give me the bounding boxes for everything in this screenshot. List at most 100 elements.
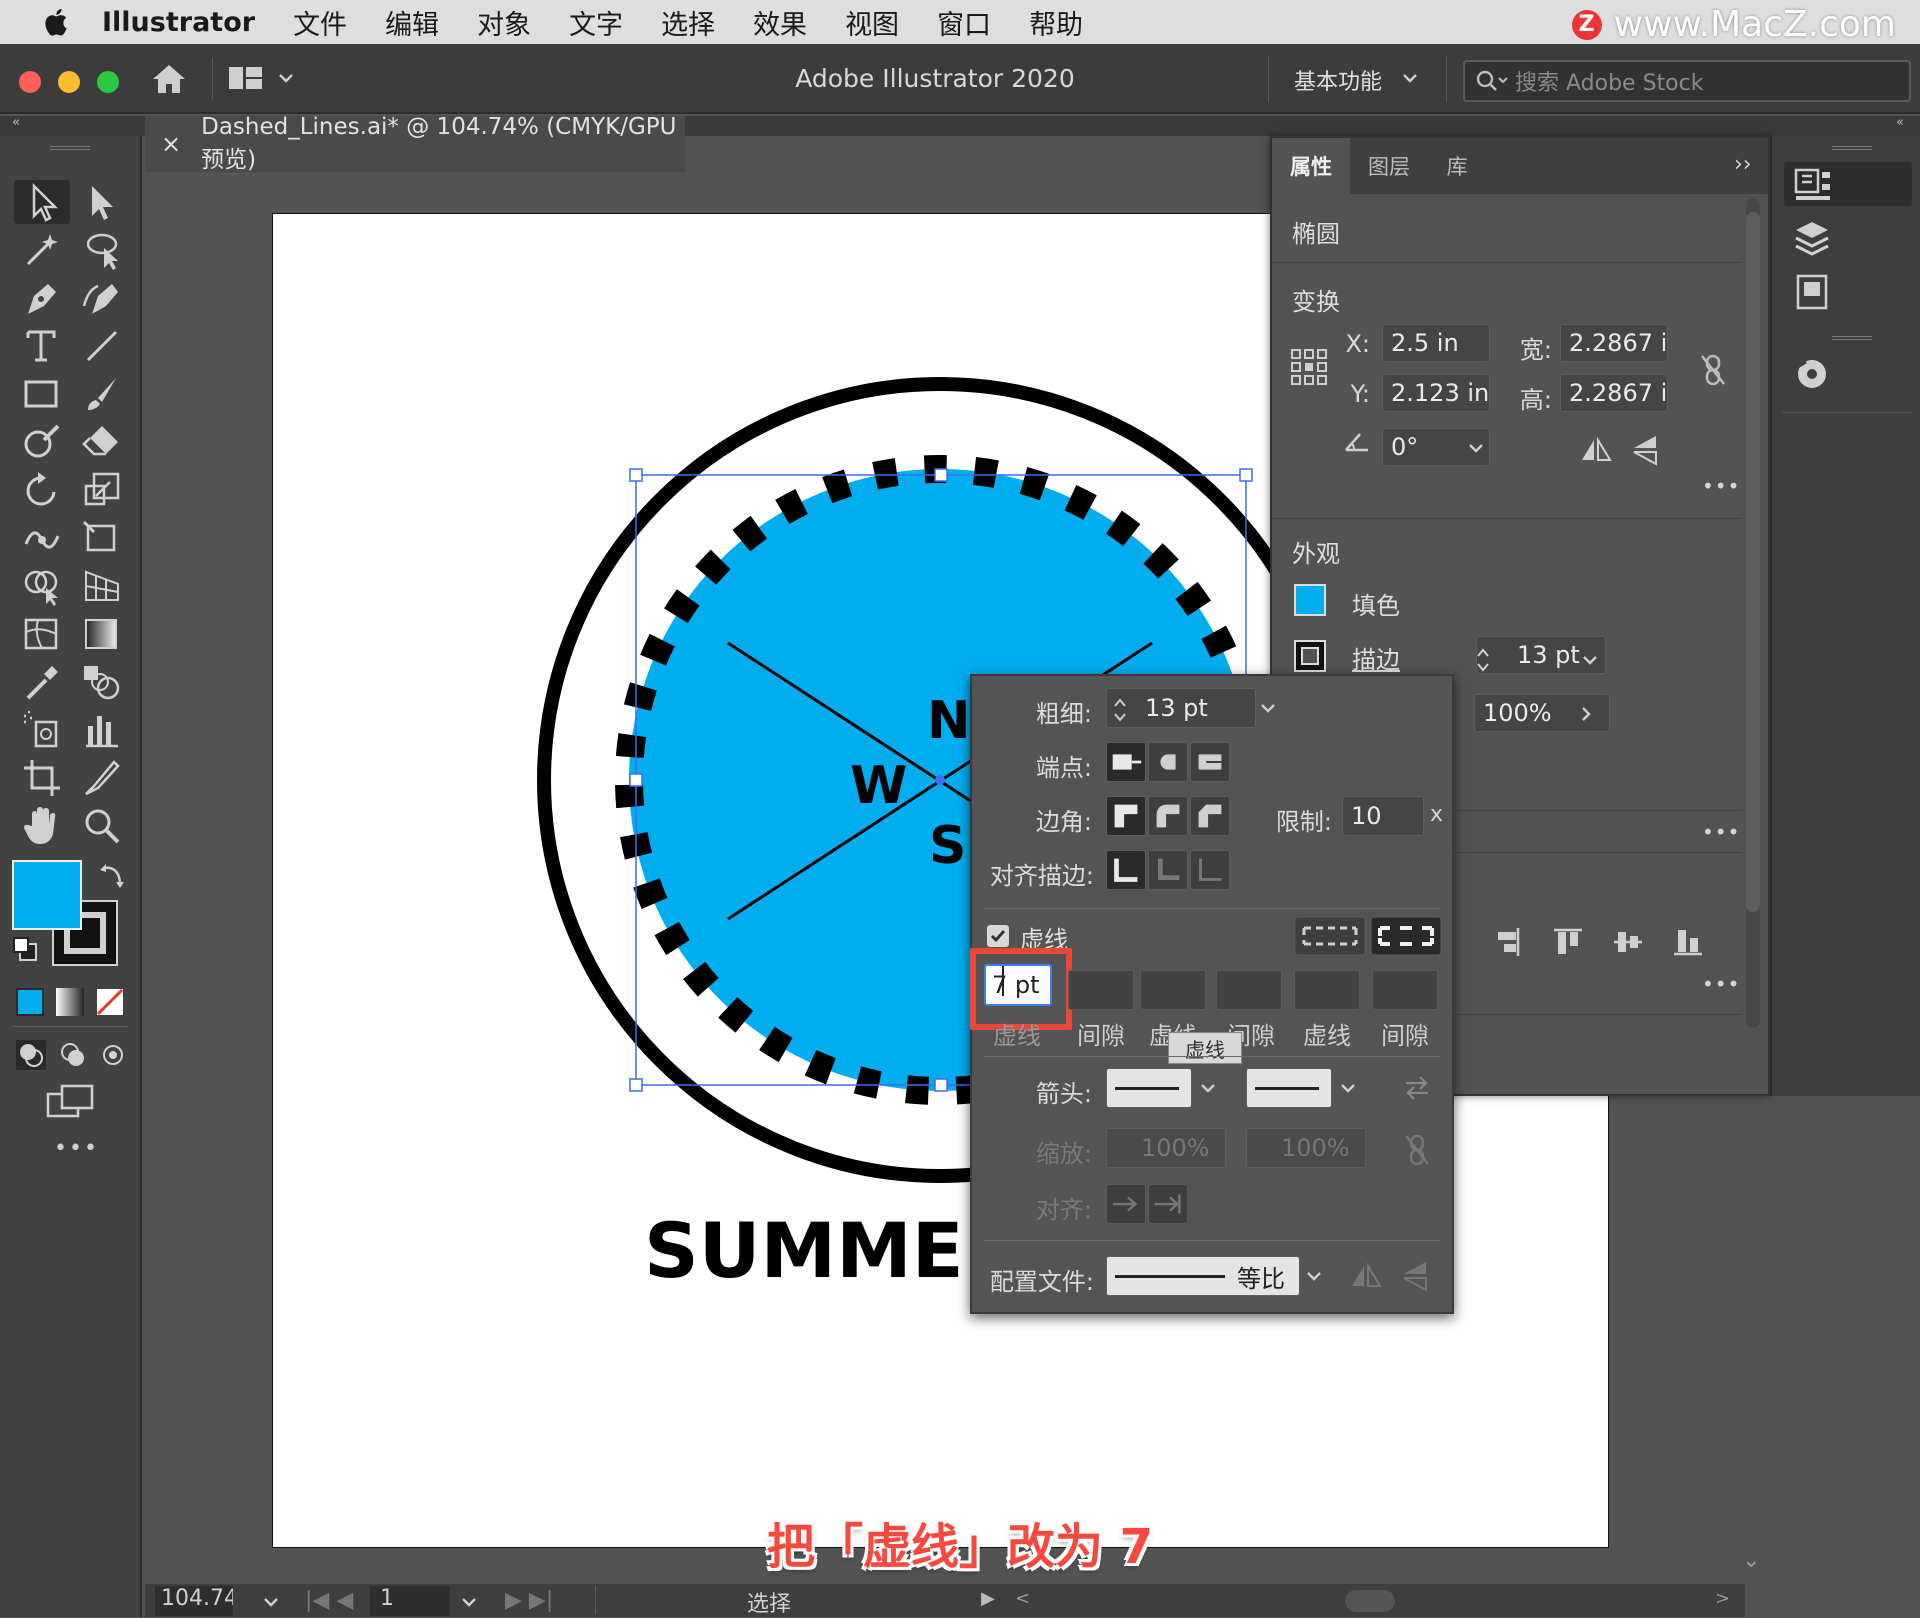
tab-properties[interactable]: 属性 (1272, 138, 1350, 194)
stroke-swatch[interactable] (1294, 640, 1326, 672)
draw-behind-icon[interactable] (56, 1038, 90, 1072)
stroke-label-link[interactable]: 描边 (1352, 640, 1400, 675)
direct-selection-tool-icon[interactable] (80, 180, 124, 224)
chevron-down-icon[interactable] (1340, 1082, 1356, 1094)
round-cap-button[interactable] (1148, 742, 1188, 782)
gradient-mode-button[interactable] (56, 988, 84, 1016)
gap-1-input[interactable] (1068, 970, 1134, 1010)
tab-layers[interactable]: 图层 (1350, 138, 1428, 194)
menu-window[interactable]: 窗口 (937, 3, 991, 42)
flip-profile-horizontal-icon[interactable] (1350, 1262, 1382, 1290)
flip-vertical-icon[interactable] (1630, 434, 1660, 466)
rectangle-tool-icon[interactable] (20, 372, 64, 416)
tab-libraries[interactable]: 库 (1428, 138, 1486, 194)
menu-app-name[interactable]: Illustrator (102, 7, 255, 38)
menu-view[interactable]: 视图 (845, 3, 899, 42)
start-arrowhead-select[interactable] (1106, 1068, 1192, 1108)
flip-profile-vertical-icon[interactable] (1400, 1260, 1430, 1292)
chevron-down-icon[interactable] (1306, 1270, 1322, 1282)
stroke-weight-stepper-icon[interactable] (1475, 646, 1491, 674)
draw-inside-icon[interactable] (96, 1038, 130, 1072)
color-guide-icon[interactable] (1792, 354, 1832, 394)
chevron-right-icon[interactable] (1580, 706, 1592, 722)
projecting-cap-button[interactable] (1190, 742, 1230, 782)
x-position-input[interactable]: 2.5 in (1382, 324, 1490, 362)
arrow-tip-beyond-end-button[interactable] (1106, 1184, 1146, 1224)
eraser-tool-icon[interactable] (80, 420, 124, 464)
edit-toolbar-icon[interactable]: ••• (54, 1136, 99, 1161)
apple-icon[interactable] (40, 5, 74, 39)
swap-colors-icon[interactable] (98, 862, 126, 890)
miter-join-button[interactable] (1106, 796, 1146, 836)
menu-help[interactable]: 帮助 (1029, 3, 1083, 42)
resize-handle[interactable] (629, 1078, 643, 1092)
dash-2-input[interactable] (1140, 970, 1206, 1010)
constrain-proportions-icon[interactable] (1698, 352, 1728, 388)
butt-cap-button[interactable] (1106, 742, 1146, 782)
fill-color-swatch[interactable] (12, 860, 82, 930)
menu-type[interactable]: 文字 (569, 3, 623, 42)
libraries-panel-icon[interactable] (1792, 272, 1832, 312)
align-stroke-inside-button[interactable] (1148, 850, 1188, 890)
panel-grip[interactable] (1832, 336, 1872, 340)
resize-handle[interactable] (629, 468, 643, 482)
transform-more-options-icon[interactable]: ••• (1702, 474, 1740, 498)
panel-grip[interactable] (1832, 146, 1872, 150)
blend-tool-icon[interactable] (80, 660, 124, 704)
chevron-down-icon[interactable] (1402, 72, 1418, 84)
none-mode-button[interactable] (96, 988, 124, 1016)
dash-3-input[interactable] (1294, 970, 1360, 1010)
draw-normal-icon[interactable] (14, 1038, 48, 1072)
summer-text[interactable]: SUMMER (644, 1206, 1022, 1295)
fill-swatch[interactable] (1294, 584, 1326, 616)
gap-3-input[interactable] (1372, 970, 1438, 1010)
arrow-tip-at-end-button[interactable] (1148, 1184, 1188, 1224)
eyedropper-tool-icon[interactable] (20, 660, 64, 704)
panel-scrollbar[interactable] (1746, 198, 1760, 1028)
link-scale-icon[interactable] (1402, 1132, 1432, 1168)
scale-tool-icon[interactable] (80, 468, 124, 512)
panel-grip[interactable] (50, 146, 90, 150)
chevron-down-icon[interactable] (1200, 1082, 1216, 1094)
start-scale-input[interactable]: 100% (1106, 1128, 1226, 1168)
resize-handle[interactable] (1239, 468, 1253, 482)
dash-1-input[interactable]: 7 pt (984, 964, 1052, 1006)
lasso-tool-icon[interactable] (80, 228, 124, 272)
column-graph-tool-icon[interactable] (80, 708, 124, 752)
preserve-dash-lengths-button[interactable] (1294, 916, 1366, 956)
swap-arrowheads-icon[interactable] (1402, 1074, 1432, 1102)
gap-2-input[interactable] (1216, 970, 1282, 1010)
align-top-icon[interactable] (1552, 926, 1584, 958)
hand-tool-icon[interactable] (20, 804, 64, 848)
chevron-down-icon[interactable] (461, 1596, 477, 1608)
default-colors-icon[interactable] (12, 936, 40, 964)
menu-file[interactable]: 文件 (293, 3, 347, 42)
end-scale-input[interactable]: 100% (1246, 1128, 1366, 1168)
symbol-sprayer-tool-icon[interactable] (20, 708, 64, 752)
menu-edit[interactable]: 编辑 (385, 3, 439, 42)
collapse-left-icon[interactable]: « (12, 115, 20, 130)
zoom-tool-icon[interactable] (80, 804, 124, 848)
menu-select[interactable]: 选择 (661, 3, 715, 42)
width-input[interactable]: 2.2867 in (1560, 324, 1668, 362)
properties-panel-icon[interactable] (1792, 164, 1834, 204)
free-transform-tool-icon[interactable] (80, 516, 124, 560)
chevron-down-icon[interactable] (263, 1596, 279, 1608)
perspective-grid-tool-icon[interactable] (80, 564, 124, 608)
curvature-tool-icon[interactable] (80, 276, 124, 320)
close-tab-icon[interactable]: × (161, 130, 181, 158)
mesh-tool-icon[interactable] (20, 612, 64, 656)
status-menu-arrow-icon[interactable]: ▶ (981, 1588, 995, 1609)
last-artboard-icon[interactable]: ▶ ▶| (505, 1588, 553, 1613)
zoom-level-field[interactable]: 104.74% (155, 1586, 233, 1616)
align-more-options-icon[interactable]: ••• (1702, 972, 1740, 996)
align-bottom-icon[interactable] (1672, 926, 1704, 958)
align-stroke-outside-button[interactable] (1190, 850, 1230, 890)
line-segment-tool-icon[interactable] (80, 324, 124, 368)
reference-point-icon[interactable] (1290, 348, 1328, 386)
layers-panel-icon[interactable] (1792, 218, 1832, 258)
document-tab[interactable]: × Dashed_Lines.ai* @ 104.74% (CMYK/GPU 预… (145, 114, 685, 173)
artboard-tool-icon[interactable] (20, 756, 64, 800)
round-join-button[interactable] (1148, 796, 1188, 836)
color-mode-button[interactable] (16, 988, 44, 1016)
